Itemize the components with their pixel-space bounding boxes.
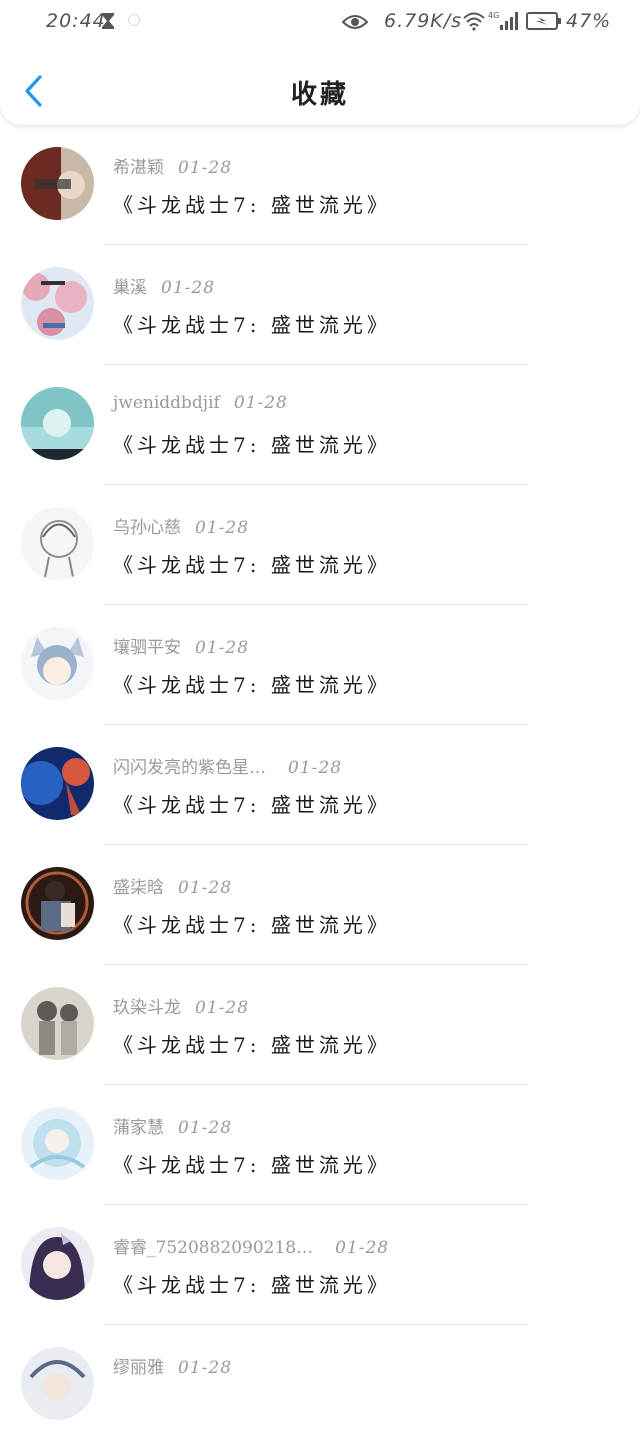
avatar[interactable] xyxy=(21,867,94,940)
item-title: 《斗龙战士7: 盛世流光》 xyxy=(113,433,391,457)
status-bar: 20:44 6.79K/s 4G 47% xyxy=(0,0,640,44)
avatar[interactable] xyxy=(21,747,94,820)
battery-icon xyxy=(526,12,562,35)
user-name: 乌孙心慈 xyxy=(113,518,181,538)
avatar[interactable] xyxy=(21,387,94,460)
list-item[interactable]: jweniddbdjif 01-28 《斗龙战士7: 盛世流光》 xyxy=(0,365,640,485)
list-item[interactable]: 蒲家慧 01-28 《斗龙战士7: 盛世流光》 xyxy=(0,1085,640,1205)
item-title: 《斗龙战士7: 盛世流光》 xyxy=(113,1033,391,1057)
avatar[interactable] xyxy=(21,987,94,1060)
list-item[interactable]: 盛柒晗 01-28 《斗龙战士7: 盛世流光》 xyxy=(0,845,640,965)
eye-icon xyxy=(341,13,369,35)
user-name: 玖染斗龙 xyxy=(113,998,181,1018)
header-bar: 20:44 6.79K/s 4G 47% 收藏 xyxy=(0,0,640,125)
user-name: 盛柒晗 xyxy=(113,878,164,898)
item-meta: 闪闪发亮的紫色星… 01-28 xyxy=(113,753,342,778)
avatar[interactable] xyxy=(21,1107,94,1180)
list-item[interactable]: 玖染斗龙 01-28 《斗龙战士7: 盛世流光》 xyxy=(0,965,640,1085)
avatar[interactable] xyxy=(21,147,94,220)
item-meta: 缪丽雅 01-28 xyxy=(113,1353,232,1378)
item-title: 《斗龙战士7: 盛世流光》 xyxy=(113,793,391,817)
battery-level: 47% xyxy=(566,10,612,32)
user-name: 巢溪 xyxy=(113,278,147,298)
network-speed: 6.79K/s xyxy=(384,10,463,32)
item-meta: 壤驷平安 01-28 xyxy=(113,633,249,658)
item-meta: 蒲家慧 01-28 xyxy=(113,1113,232,1138)
item-date: 01-28 xyxy=(233,393,288,413)
item-date: 01-28 xyxy=(178,878,233,898)
list-item[interactable]: 缪丽雅 01-28 xyxy=(0,1325,640,1445)
item-meta: 巢溪 01-28 xyxy=(113,273,215,298)
signal-icon: 4G xyxy=(488,10,520,37)
notification-dot-icon xyxy=(128,14,140,26)
item-meta: jweniddbdjif 01-28 xyxy=(113,393,288,413)
item-title: 《斗龙战士7: 盛世流光》 xyxy=(113,553,391,577)
item-title: 《斗龙战士7: 盛世流光》 xyxy=(113,313,391,337)
item-date: 01-28 xyxy=(178,1358,233,1378)
avatar[interactable] xyxy=(21,1227,94,1300)
user-name: 蒲家慧 xyxy=(113,1118,164,1138)
item-date: 01-28 xyxy=(195,638,250,658)
avatar[interactable] xyxy=(21,267,94,340)
item-date: 01-28 xyxy=(161,278,216,298)
item-title: 《斗龙战士7: 盛世流光》 xyxy=(113,673,391,697)
item-meta: 玖染斗龙 01-28 xyxy=(113,993,249,1018)
item-date: 01-28 xyxy=(335,1238,390,1258)
hourglass-icon xyxy=(101,12,115,35)
item-date: 01-28 xyxy=(195,518,250,538)
wifi-icon xyxy=(462,11,486,36)
favorites-list: 希湛颖 01-28 《斗龙战士7: 盛世流光》 巢溪 01-28 《斗龙战士7: 盛… xyxy=(0,125,640,1445)
user-name: 闪闪发亮的紫色星… xyxy=(113,758,266,778)
list-item[interactable]: 闪闪发亮的紫色星… 01-28 《斗龙战士7: 盛世流光》 xyxy=(0,725,640,845)
user-name: 壤驷平安 xyxy=(113,638,181,658)
item-meta: 希湛颖 01-28 xyxy=(113,153,232,178)
user-name: jweniddbdjif xyxy=(113,393,220,413)
page-title: 收藏 xyxy=(290,80,349,110)
item-date: 01-28 xyxy=(195,998,250,1018)
user-name: 睿睿_7520882090218… xyxy=(113,1238,314,1258)
user-name: 希湛颖 xyxy=(113,158,164,178)
item-date: 01-28 xyxy=(178,158,233,178)
item-meta: 盛柒晗 01-28 xyxy=(113,873,232,898)
item-title: 《斗龙战士7: 盛世流光》 xyxy=(113,193,391,217)
list-item[interactable]: 睿睿_7520882090218… 01-28 《斗龙战士7: 盛世流光》 xyxy=(0,1205,640,1325)
item-meta: 睿睿_7520882090218… 01-28 xyxy=(113,1233,389,1258)
list-item[interactable]: 希湛颖 01-28 《斗龙战士7: 盛世流光》 xyxy=(0,125,640,245)
item-title: 《斗龙战士7: 盛世流光》 xyxy=(113,1273,391,1297)
item-title: 《斗龙战士7: 盛世流光》 xyxy=(113,913,391,937)
list-item[interactable]: 巢溪 01-28 《斗龙战士7: 盛世流光》 xyxy=(0,245,640,365)
network-type: 4G xyxy=(488,11,499,20)
user-name: 缪丽雅 xyxy=(113,1358,164,1378)
avatar[interactable] xyxy=(21,627,94,700)
item-meta: 乌孙心慈 01-28 xyxy=(113,513,249,538)
list-item[interactable]: 乌孙心慈 01-28 《斗龙战士7: 盛世流光》 xyxy=(0,485,640,605)
item-date: 01-28 xyxy=(178,1118,233,1138)
list-item[interactable]: 壤驷平安 01-28 《斗龙战士7: 盛世流光》 xyxy=(0,605,640,725)
status-time: 20:44 xyxy=(46,10,106,32)
item-title: 《斗龙战士7: 盛世流光》 xyxy=(113,1153,391,1177)
avatar[interactable] xyxy=(21,1347,94,1420)
item-date: 01-28 xyxy=(288,758,343,778)
avatar[interactable] xyxy=(21,507,94,580)
